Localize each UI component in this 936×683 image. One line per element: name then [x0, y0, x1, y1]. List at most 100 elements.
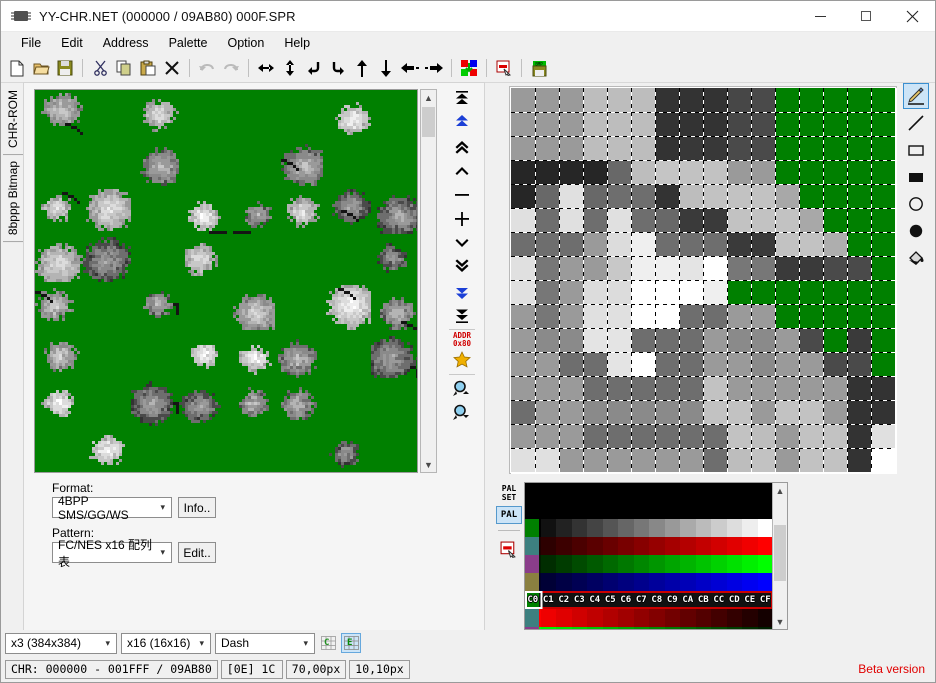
jump-to-top-icon[interactable]	[445, 87, 479, 111]
paste-icon[interactable]	[137, 57, 159, 79]
status-bar: CHR: 000000 - 001FFF / 09AB80 [0E] 1C 70…	[1, 656, 935, 682]
pencil-tool[interactable]	[903, 83, 929, 109]
palette-scrollbar-thumb[interactable]	[774, 525, 786, 581]
line-tool[interactable]	[903, 110, 929, 136]
palette-color-c4[interactable]: C4	[587, 591, 603, 609]
palette-color-c0[interactable]: C0	[525, 591, 541, 609]
palette-color-c1[interactable]: C1	[541, 591, 557, 609]
palette-color-ca[interactable]: CA	[680, 591, 696, 609]
jump-to-bottom-icon[interactable]	[445, 303, 479, 327]
palette-colors-icon[interactable]	[458, 57, 480, 79]
zoom-in-magnifier-icon[interactable]	[445, 377, 479, 401]
format-select[interactable]: 4BPP SMS/GG/WS ▾	[52, 494, 172, 522]
palette-color-cb[interactable]: CB	[696, 591, 712, 609]
rotate-left-icon[interactable]	[303, 57, 325, 79]
pal-button[interactable]: PAL	[496, 506, 522, 524]
pattern-select[interactable]: FC/NES x16 配列表 ▾	[52, 538, 172, 569]
palette-scrollbar[interactable]: ▲ ▼	[772, 483, 787, 629]
palette-color-c8[interactable]: C8	[649, 591, 665, 609]
palette-color-c7[interactable]: C7	[634, 591, 650, 609]
line-down-icon[interactable]	[445, 231, 479, 255]
cut-scissors-icon[interactable]	[89, 57, 111, 79]
palette-scroll-down-arrow[interactable]: ▼	[773, 614, 787, 629]
toolbar-separator	[486, 59, 487, 77]
shift-up-icon[interactable]	[351, 57, 373, 79]
pattern-edit-button[interactable]: Edit..	[178, 542, 216, 563]
grid-chr-toggle[interactable]: C	[318, 633, 338, 653]
menu-edit[interactable]: Edit	[51, 33, 93, 53]
redo-icon	[220, 57, 242, 79]
rotate-right-icon[interactable]	[327, 57, 349, 79]
zoom-select[interactable]: x3 (384x384) ▾	[5, 632, 117, 654]
palette-scroll-up-arrow[interactable]: ▲	[773, 483, 787, 498]
tile-size-select[interactable]: x16 (16x16) ▾	[121, 632, 211, 654]
star-icon[interactable]	[445, 348, 479, 372]
ellipse-filled-tool[interactable]	[903, 218, 929, 244]
line-up-icon[interactable]	[445, 159, 479, 183]
copy-window-icon[interactable]	[493, 57, 515, 79]
copy-icon[interactable]	[113, 57, 135, 79]
shift-down-icon[interactable]	[375, 57, 397, 79]
chr-tile-viewer[interactable]	[34, 89, 418, 473]
workspace: CHR-ROM 8bppp Bitmap ▲ ▼ ADDR 0x80 Forma…	[1, 82, 935, 632]
minimize-button[interactable]	[797, 1, 843, 31]
palette-color-ce[interactable]: CE	[742, 591, 758, 609]
format-info-button[interactable]: Info..	[178, 497, 216, 518]
flip-horizontal-icon[interactable]	[255, 57, 277, 79]
palette-color-cd[interactable]: CD	[727, 591, 743, 609]
menu-option[interactable]: Option	[217, 33, 274, 53]
left-tab-strip: CHR-ROM 8bppp Bitmap	[3, 84, 24, 304]
format-controls: Format: 4BPP SMS/GG/WS ▾ Info.. Pattern:…	[52, 481, 292, 571]
decrement-icon[interactable]	[445, 183, 479, 207]
menu-address[interactable]: Address	[93, 33, 159, 53]
rect-outline-tool[interactable]	[903, 137, 929, 163]
flip-vertical-icon[interactable]	[279, 57, 301, 79]
page-up-icon[interactable]	[445, 135, 479, 159]
scroll-down-arrow[interactable]: ▼	[421, 457, 436, 472]
page-up-fast-icon[interactable]	[445, 111, 479, 135]
tab-8bpp-bitmap[interactable]: 8bppp Bitmap	[3, 154, 24, 243]
close-button[interactable]	[889, 1, 935, 31]
palette-grid[interactable]: C0 C1 C2 C3 C4 C5 C6 C7 C8 C9 CA CB CC CD CE CF ▲ ▼	[524, 482, 788, 630]
ellipse-outline-tool[interactable]	[903, 191, 929, 217]
palette-color-c6[interactable]: C6	[618, 591, 634, 609]
menu-help[interactable]: Help	[274, 33, 320, 53]
save-disk-icon[interactable]	[54, 57, 76, 79]
scroll-up-arrow[interactable]: ▲	[421, 90, 436, 105]
grid-style-select[interactable]: Dash ▾	[215, 632, 315, 654]
menu-palette[interactable]: Palette	[159, 33, 218, 53]
menu-file[interactable]: File	[11, 33, 51, 53]
chr-viewer-scrollbar[interactable]: ▲ ▼	[420, 89, 437, 473]
zoom-value: x3 (384x384)	[11, 636, 82, 650]
page-down-fast-icon[interactable]	[445, 279, 479, 303]
paint-bucket-tool[interactable]	[903, 245, 929, 271]
grid-edit-toggle[interactable]: E	[341, 633, 361, 653]
increment-icon[interactable]	[445, 207, 479, 231]
status-position-2: 10,10px	[349, 659, 410, 679]
palette-color-cc[interactable]: CC	[711, 591, 727, 609]
palette-copy-window-icon[interactable]	[496, 537, 522, 563]
tab-chr-rom[interactable]: CHR-ROM	[3, 84, 23, 154]
format-row: 4BPP SMS/GG/WS ▾ Info..	[52, 494, 292, 522]
palette-color-c5[interactable]: C5	[603, 591, 619, 609]
palette-color-cf[interactable]: CF	[758, 591, 774, 609]
delete-x-icon[interactable]	[161, 57, 183, 79]
shift-right-icon[interactable]	[423, 57, 445, 79]
chevron-down-icon: ▾	[199, 637, 204, 648]
toolbar-separator	[248, 59, 249, 77]
scrollbar-thumb[interactable]	[422, 107, 435, 137]
grid-style-value: Dash	[221, 636, 250, 650]
new-file-icon[interactable]	[6, 57, 28, 79]
pixel-edit-grid[interactable]	[509, 86, 897, 474]
status-chr-range: CHR: 000000 - 001FFF / 09AB80	[5, 659, 218, 679]
page-down-icon[interactable]	[445, 255, 479, 279]
shift-left-icon[interactable]	[399, 57, 421, 79]
export-bmp-icon[interactable]: BMP	[528, 57, 550, 79]
rect-filled-tool[interactable]	[903, 164, 929, 190]
palette-color-c3[interactable]: C3	[572, 591, 588, 609]
maximize-button[interactable]	[843, 1, 889, 31]
zoom-out-magnifier-icon[interactable]	[445, 401, 479, 425]
palette-color-c9[interactable]: C9	[665, 591, 681, 609]
open-folder-icon[interactable]	[30, 57, 52, 79]
palette-color-c2[interactable]: C2	[556, 591, 572, 609]
